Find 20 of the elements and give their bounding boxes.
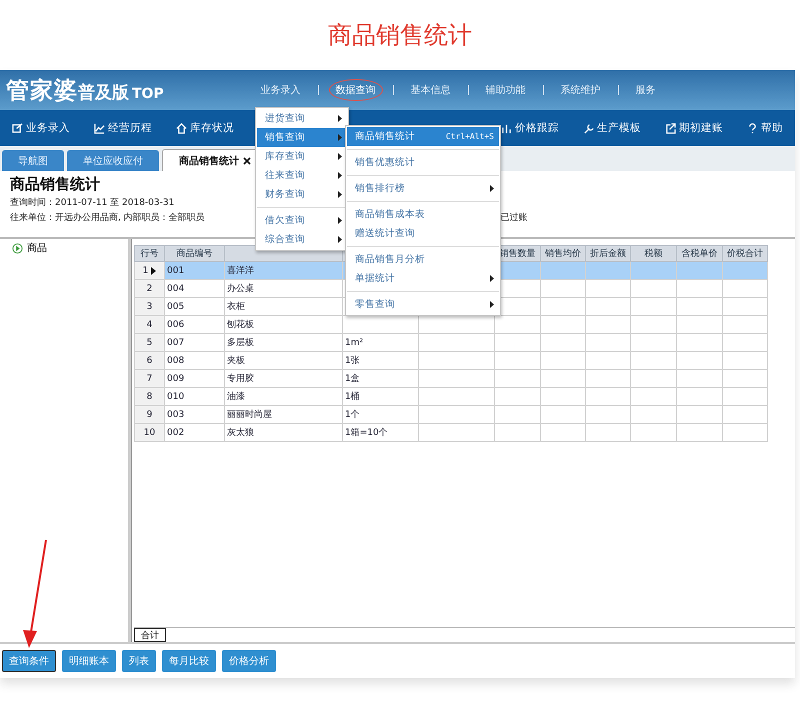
row-number: 10	[134, 424, 164, 442]
page-title: 商品销售统计	[328, 20, 472, 51]
report-title: 商品销售统计	[10, 175, 100, 194]
row-number: 2	[134, 280, 164, 298]
table-cell: 灰太狼	[224, 424, 342, 442]
row-number: 3	[134, 298, 164, 316]
total-label: 合计	[134, 628, 166, 642]
query-period: 查询时间：2011-07-11 至 2018-03-31	[10, 196, 174, 209]
filter-text: 往来单位：开远办公用品商, 内部职员：全部职员	[10, 212, 205, 224]
table-cell: 1箱=10个	[342, 424, 418, 442]
row-number: 8	[134, 388, 164, 406]
row-number: 1	[134, 262, 164, 280]
logo: 管家婆普及版 TOP	[6, 76, 164, 106]
posted-status: 已过账	[500, 212, 528, 224]
row-number: 9	[134, 406, 164, 424]
row-number: 7	[134, 370, 164, 388]
table-cell: 002	[164, 424, 224, 442]
row-number: 5	[134, 334, 164, 352]
row-number: 4	[134, 316, 164, 334]
row-number: 6	[134, 352, 164, 370]
